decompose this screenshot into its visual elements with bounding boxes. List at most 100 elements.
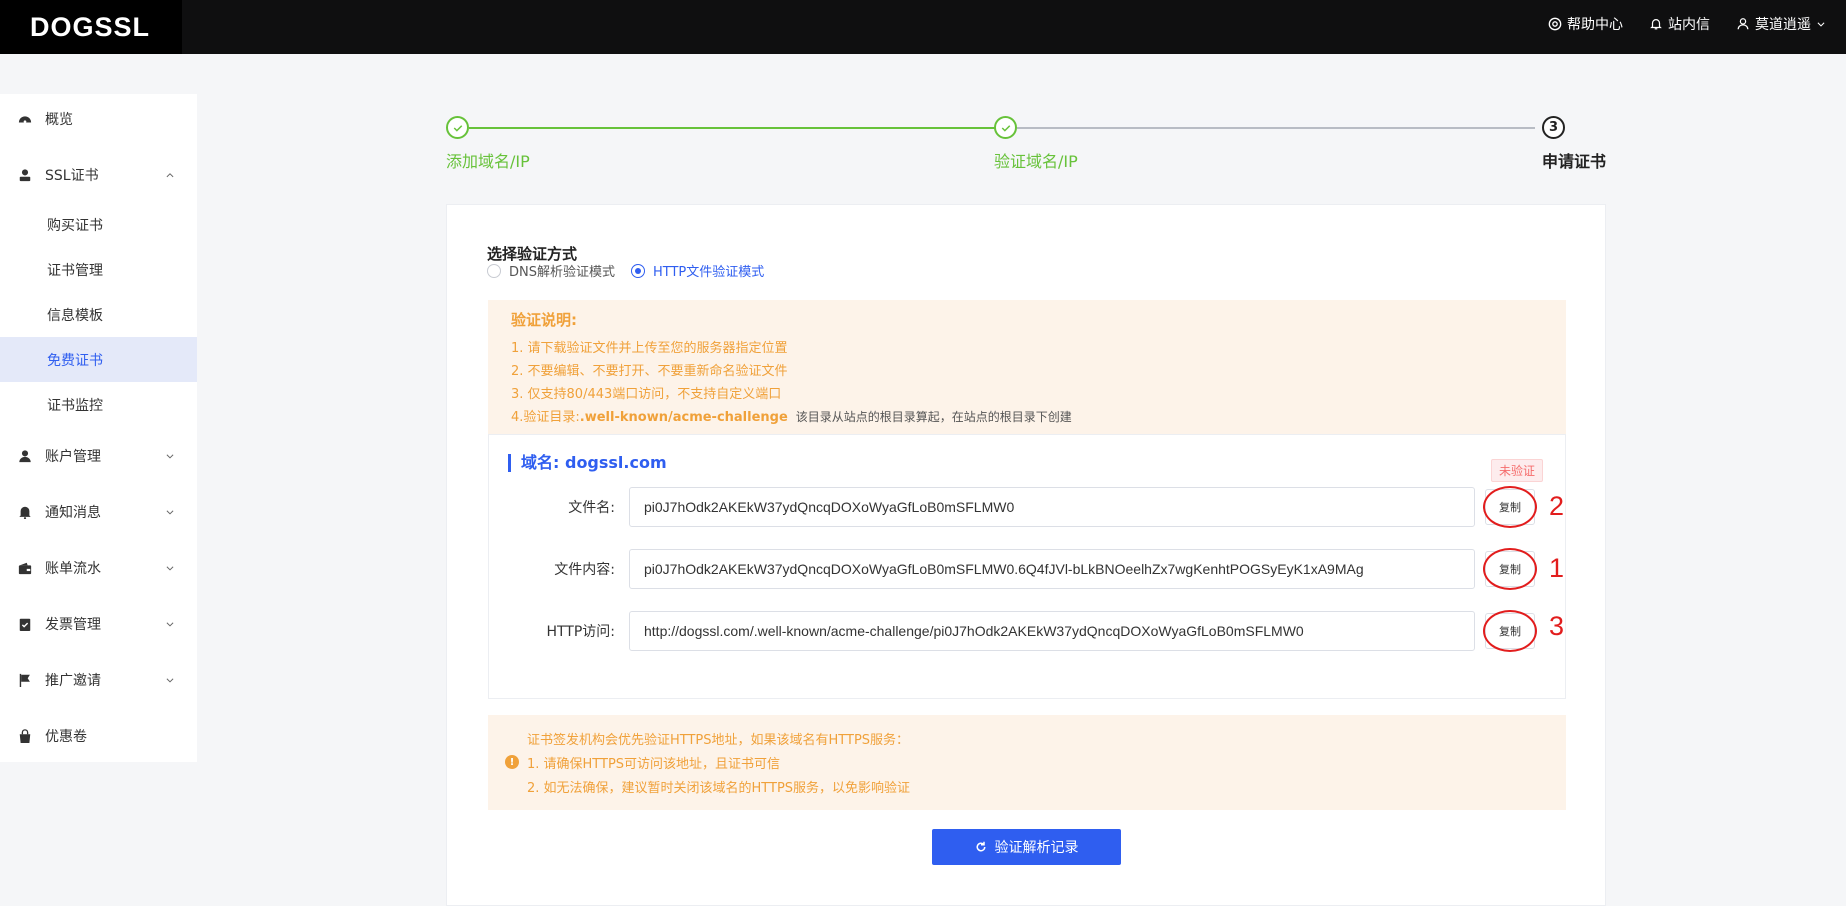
sidebar-item-label: 通知消息 <box>45 505 101 521</box>
user-name: 莫道逍遥 <box>1755 17 1811 33</box>
step-3-label: 申请证书 <box>1542 152 1607 171</box>
sidebar-item-label: 账单流水 <box>45 561 101 577</box>
sidebar-item-label: 概览 <box>45 112 73 128</box>
notice-line: 1. 请下载验证文件并上传至您的服务器指定位置 <box>511 341 788 356</box>
radio-dns-mode[interactable]: DNS解析验证模式 <box>487 261 615 280</box>
sidebar-sub-info-template[interactable]: 信息模板 <box>0 292 197 337</box>
step-connector <box>1017 127 1535 129</box>
sidebar-item-label: 推广邀请 <box>45 673 101 689</box>
sidebar-item-invoice[interactable]: 发票管理 <box>0 602 197 646</box>
notice-directory-prefix: 4.验证目录: <box>511 410 580 425</box>
chevron-down-icon <box>166 566 174 571</box>
annotation-number: 2 <box>1549 491 1565 521</box>
sidebar-item-account[interactable]: 账户管理 <box>0 434 197 478</box>
step-2-label: 验证域名/IP <box>994 152 1078 171</box>
check-icon <box>1001 124 1010 132</box>
annotation-circle <box>1483 486 1537 528</box>
bag-icon <box>17 728 33 744</box>
user-icon <box>17 448 33 464</box>
verify-record-button[interactable]: 验证解析记录 <box>932 829 1121 865</box>
sidebar: 概览 SSL证书 购买证书 证书管理 信息模板 免费证书 证书监控 账户管理 通… <box>0 94 197 762</box>
radio-circle <box>487 263 501 278</box>
annotation-circle <box>1483 610 1537 652</box>
sidebar-item-label: 优惠卷 <box>45 729 87 745</box>
notice-directory-hint: 该目录从站点的根目录算起，在站点的根目录下创建 <box>795 410 1072 424</box>
sidebar-item-coupons[interactable]: 优惠卷 <box>0 714 197 758</box>
file-content-label: 文件内容: <box>554 562 615 578</box>
sidebar-sub-buy-cert[interactable]: 购买证书 <box>0 202 197 247</box>
radio-label: HTTP文件验证模式 <box>653 265 765 280</box>
sidebar-item-label: 发票管理 <box>45 617 101 633</box>
step-connector <box>469 127 995 129</box>
flag-icon <box>17 672 33 688</box>
chevron-down-icon <box>166 454 174 459</box>
help-icon <box>1548 17 1562 31</box>
sidebar-sub-cert-monitor[interactable]: 证书监控 <box>0 382 197 427</box>
file-content-field[interactable]: pi0J7hOdk2AKEkW37ydQncqDOXoWyaGfLoB0mSFL… <box>629 549 1475 589</box>
clipboard-check-icon <box>17 616 33 632</box>
chevron-down-icon <box>166 622 174 627</box>
step-2-check <box>994 116 1017 139</box>
https-warning: ! 证书签发机构会优先验证HTTPS地址，如果该域名有HTTPS服务： 1. 请… <box>488 715 1566 810</box>
top-bar: DOGSSL 帮助中心 站内信 莫道逍遥 <box>0 0 1846 54</box>
check-icon <box>453 124 462 132</box>
chevron-down-icon <box>166 678 174 683</box>
logo[interactable]: DOGSSL <box>0 0 182 54</box>
annotation-number: 3 <box>1549 611 1565 641</box>
warning-line: 1. 请确保HTTPS可访问该地址，且证书可信 <box>527 757 781 772</box>
chevron-down-icon <box>1817 22 1825 27</box>
sidebar-item-overview[interactable]: 概览 <box>0 97 197 141</box>
domain-verify-box: 域名: dogssl.com 未验证 文件名: pi0J7hOdk2AKEkW3… <box>488 434 1566 699</box>
refresh-icon <box>976 841 985 852</box>
sidebar-item-label: 账户管理 <box>45 449 101 465</box>
top-nav: 帮助中心 站内信 莫道逍遥 <box>1548 0 1826 48</box>
chevron-up-icon <box>166 173 174 178</box>
help-center-label: 帮助中心 <box>1567 17 1623 33</box>
sidebar-item-billing[interactable]: 账单流水 <box>0 546 197 590</box>
progress-steps: 3 添加域名/IP 验证域名/IP 申请证书 <box>446 116 1606 176</box>
bell-icon <box>1650 19 1662 30</box>
warning-icon: ! <box>505 755 519 769</box>
sidebar-item-ssl-cert[interactable]: SSL证书 <box>0 153 197 197</box>
radio-circle <box>631 263 645 278</box>
logo-text: DOGSSL <box>30 11 151 42</box>
step-1-check <box>446 116 469 139</box>
notice-line-directory: 4.验证目录:.well-known/acme-challenge 该目录从站点的… <box>511 406 1072 425</box>
step-3-number: 3 <box>1542 116 1565 139</box>
http-access-field[interactable]: http://dogssl.com/.well-known/acme-chall… <box>629 611 1475 651</box>
bell-icon <box>17 504 33 520</box>
notice-line: 2. 不要编辑、不要打开、不要重新命名验证文件 <box>511 364 788 379</box>
radio-label: DNS解析验证模式 <box>509 265 615 280</box>
wallet-icon <box>17 560 33 576</box>
notice-title: 验证说明: <box>511 311 577 329</box>
verify-record-label: 验证解析记录 <box>994 840 1079 856</box>
sidebar-sub-cert-manage[interactable]: 证书管理 <box>0 247 197 292</box>
radio-http-mode[interactable]: HTTP文件验证模式 <box>631 261 764 280</box>
user-icon <box>1737 18 1749 30</box>
domain-value: dogssl.com <box>564 453 667 472</box>
verify-notice: 验证说明: 1. 请下载验证文件并上传至您的服务器指定位置 2. 不要编辑、不要… <box>488 300 1566 436</box>
sidebar-item-label: SSL证书 <box>45 168 99 184</box>
user-menu[interactable]: 莫道逍遥 <box>1736 14 1826 34</box>
step-1-label: 添加域名/IP <box>446 152 530 171</box>
filename-field[interactable]: pi0J7hOdk2AKEkW37ydQncqDOXoWyaGfLoB0mSFL… <box>629 487 1475 527</box>
sidebar-item-referral[interactable]: 推广邀请 <box>0 658 197 702</box>
messages-link[interactable]: 站内信 <box>1649 14 1710 34</box>
annotation-circle <box>1483 548 1537 590</box>
notice-directory-path: .well-known/acme-challenge <box>579 410 788 425</box>
chevron-down-icon <box>166 510 174 515</box>
help-center-link[interactable]: 帮助中心 <box>1548 14 1623 34</box>
status-badge: 未验证 <box>1491 459 1544 482</box>
verify-card: 选择验证方式 DNS解析验证模式 HTTP文件验证模式 验证说明: 1. 请下载… <box>446 204 1606 906</box>
user-cert-icon <box>17 167 33 183</box>
filename-label: 文件名: <box>568 500 615 516</box>
annotation-number: 1 <box>1549 553 1565 583</box>
notice-line: 3. 仅支持80/443端口访问，不支持自定义端口 <box>511 387 782 402</box>
verify-mode-radio-group: DNS解析验证模式 HTTP文件验证模式 <box>487 261 764 280</box>
messages-label: 站内信 <box>1668 17 1710 33</box>
domain-title: 域名: dogssl.com <box>508 454 667 472</box>
domain-label: 域名: <box>521 453 560 472</box>
warning-line: 证书签发机构会优先验证HTTPS地址，如果该域名有HTTPS服务： <box>527 733 910 748</box>
sidebar-item-notifications[interactable]: 通知消息 <box>0 490 197 534</box>
sidebar-sub-free-cert[interactable]: 免费证书 <box>0 337 197 382</box>
